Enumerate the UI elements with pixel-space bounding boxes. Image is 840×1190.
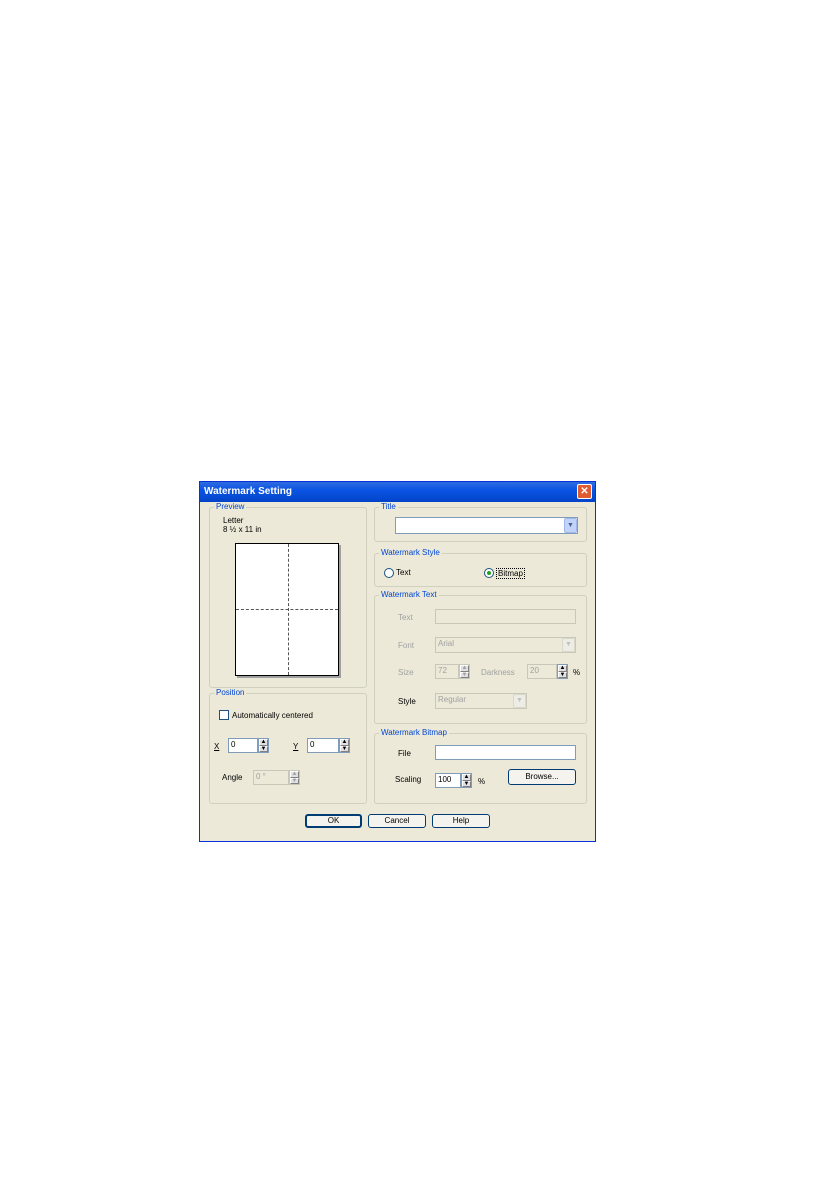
scaling-spinner[interactable]: ▲ ▼: [461, 773, 472, 788]
position-legend: Position: [216, 688, 245, 697]
x-spin-down-icon[interactable]: ▼: [259, 745, 268, 752]
style-bitmap-label: Bitmap: [496, 568, 525, 579]
preview-legend: Preview: [216, 502, 245, 511]
y-input[interactable]: 0: [307, 738, 339, 753]
browse-button[interactable]: Browse...: [508, 769, 576, 785]
preview-horizontal-center-line: [236, 609, 338, 610]
style-text-radio[interactable]: [384, 568, 394, 578]
font-label: Font: [398, 641, 415, 650]
file-label: File: [398, 749, 411, 758]
ok-button[interactable]: OK: [305, 814, 362, 828]
paper-name: Letter: [223, 516, 244, 525]
auto-center-checkbox[interactable]: [219, 710, 229, 720]
y-spinner[interactable]: ▲ ▼: [339, 738, 350, 753]
auto-center-label: Automatically centered: [232, 711, 313, 720]
style-bitmap-radio[interactable]: [484, 568, 494, 578]
preview-page: [235, 543, 339, 676]
y-label: Y: [293, 742, 298, 751]
angle-spin-down-icon[interactable]: ▼: [290, 777, 299, 784]
angle-label: Angle: [222, 773, 243, 782]
angle-input[interactable]: 0 °: [253, 770, 289, 785]
watermark-text-legend: Watermark Text: [381, 590, 437, 599]
darkness-input[interactable]: 20: [527, 664, 557, 679]
wm-text-label: Text: [398, 613, 413, 622]
darkness-percent: %: [573, 668, 581, 677]
scaling-spin-down-icon[interactable]: ▼: [462, 780, 471, 787]
scaling-label: Scaling: [395, 775, 422, 784]
x-label-text: X: [214, 742, 220, 751]
help-button[interactable]: Help: [432, 814, 490, 828]
watermark-bitmap-group: Watermark Bitmap: [374, 729, 587, 804]
size-spin-down-icon[interactable]: ▼: [460, 671, 469, 678]
font-dropdown-chevron-down-icon[interactable]: ▼: [562, 638, 575, 652]
paper-size: 8 ½ x 11 in: [223, 525, 262, 534]
style-label: Style: [398, 697, 416, 706]
font-style-chevron-down-icon[interactable]: ▼: [513, 694, 526, 708]
size-spinner[interactable]: ▲ ▼: [459, 664, 470, 679]
title-dropdown-chevron-down-icon[interactable]: ▼: [564, 518, 577, 533]
size-input[interactable]: 72: [435, 664, 459, 679]
watermark-style-legend: Watermark Style: [381, 548, 440, 557]
watermark-bitmap-legend: Watermark Bitmap: [381, 728, 447, 737]
font-dropdown[interactable]: Arial: [435, 637, 576, 653]
y-label-text: Y: [293, 742, 299, 751]
close-icon[interactable]: ✕: [577, 484, 592, 499]
darkness-label: Darkness: [481, 668, 515, 677]
cancel-button[interactable]: Cancel: [368, 814, 426, 828]
darkness-spinner[interactable]: ▲ ▼: [557, 664, 568, 679]
style-text-label: Text: [396, 568, 411, 577]
title-legend: Title: [381, 502, 396, 511]
x-label: X: [214, 742, 219, 751]
scaling-percent: %: [478, 777, 486, 786]
dialog-title: Watermark Setting: [204, 486, 292, 497]
size-label: Size: [398, 668, 414, 677]
x-input[interactable]: 0: [228, 738, 258, 753]
title-bar[interactable]: Watermark Setting ✕: [200, 482, 595, 502]
darkness-spin-down-icon[interactable]: ▼: [558, 671, 567, 678]
x-spinner[interactable]: ▲ ▼: [258, 738, 269, 753]
title-dropdown[interactable]: [395, 517, 578, 534]
angle-spinner[interactable]: ▲ ▼: [289, 770, 300, 785]
file-input[interactable]: [435, 745, 576, 760]
y-spin-down-icon[interactable]: ▼: [340, 745, 349, 752]
scaling-input[interactable]: 100: [435, 773, 461, 788]
wm-text-input[interactable]: [435, 609, 576, 624]
